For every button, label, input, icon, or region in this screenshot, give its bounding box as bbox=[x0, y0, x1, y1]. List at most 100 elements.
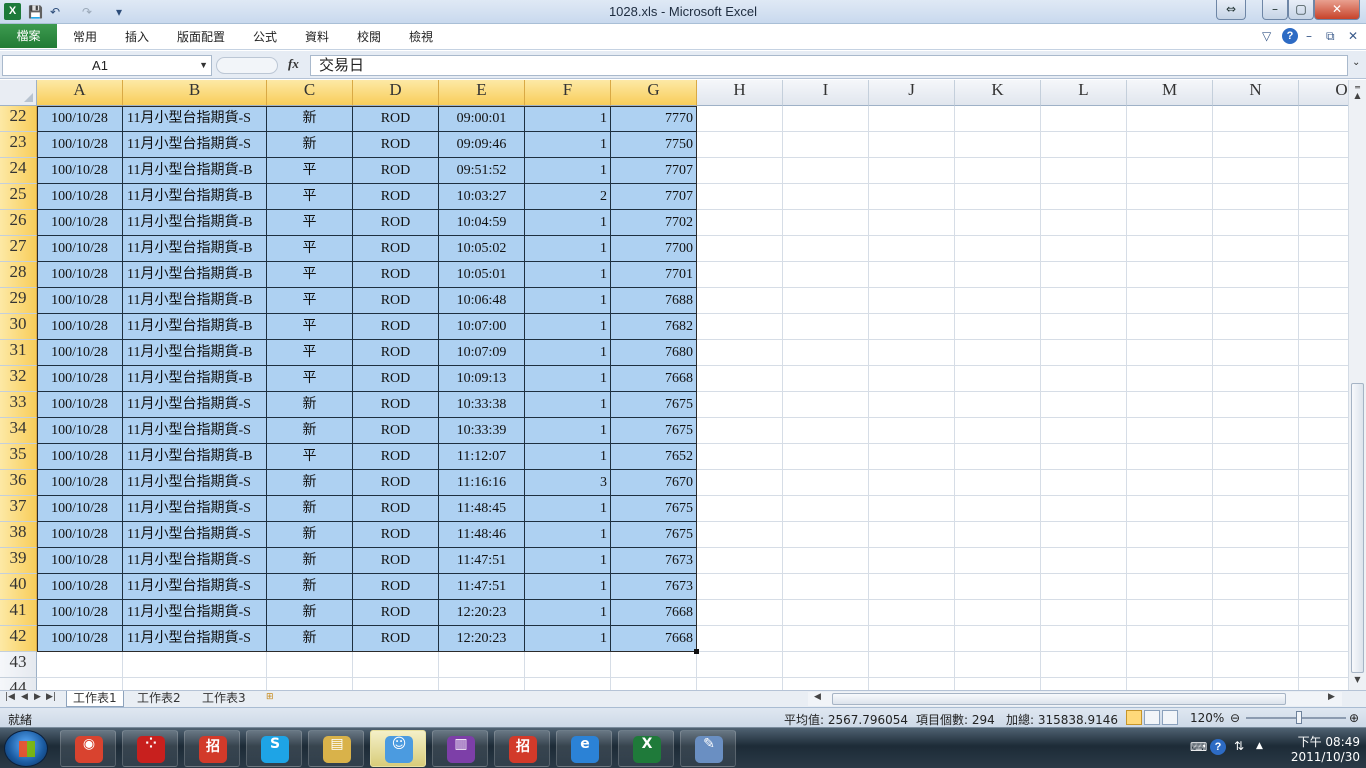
cell-k44[interactable] bbox=[955, 678, 1041, 690]
cell-c22[interactable]: 新 bbox=[267, 106, 353, 132]
cell-f30[interactable]: 1 bbox=[525, 314, 611, 340]
cell-h43[interactable] bbox=[697, 652, 783, 678]
cell-f34[interactable]: 1 bbox=[525, 418, 611, 444]
taskbar-button-excel[interactable]: X bbox=[618, 730, 674, 767]
vertical-scroll-thumb[interactable] bbox=[1351, 383, 1364, 673]
cell-l35[interactable] bbox=[1041, 444, 1127, 470]
cell-f25[interactable]: 2 bbox=[525, 184, 611, 210]
cell-d34[interactable]: ROD bbox=[353, 418, 439, 444]
cell-k30[interactable] bbox=[955, 314, 1041, 340]
cell-a44[interactable] bbox=[37, 678, 123, 690]
cell-j44[interactable] bbox=[869, 678, 955, 690]
cell-g38[interactable]: 7675 bbox=[611, 522, 697, 548]
cell-i33[interactable] bbox=[783, 392, 869, 418]
help-tray-icon[interactable]: ? bbox=[1210, 739, 1226, 755]
cell-c30[interactable]: 平 bbox=[267, 314, 353, 340]
cell-d36[interactable]: ROD bbox=[353, 470, 439, 496]
cell-n31[interactable] bbox=[1213, 340, 1299, 366]
row-header[interactable]: 37 bbox=[0, 496, 37, 522]
column-header-c[interactable]: C bbox=[267, 80, 353, 106]
cell-f31[interactable]: 1 bbox=[525, 340, 611, 366]
cell-n41[interactable] bbox=[1213, 600, 1299, 626]
cell-o25[interactable] bbox=[1299, 184, 1348, 210]
cell-o24[interactable] bbox=[1299, 158, 1348, 184]
row-header[interactable]: 26 bbox=[0, 210, 37, 236]
cell-d30[interactable]: ROD bbox=[353, 314, 439, 340]
cell-n22[interactable] bbox=[1213, 106, 1299, 132]
cell-k39[interactable] bbox=[955, 548, 1041, 574]
cell-e35[interactable]: 11:12:07 bbox=[439, 444, 525, 470]
cell-i42[interactable] bbox=[783, 626, 869, 652]
cell-i37[interactable] bbox=[783, 496, 869, 522]
cell-d28[interactable]: ROD bbox=[353, 262, 439, 288]
cell-b35[interactable]: 11月小型台指期貨-B bbox=[123, 444, 267, 470]
cell-b27[interactable]: 11月小型台指期貨-B bbox=[123, 236, 267, 262]
cell-i40[interactable] bbox=[783, 574, 869, 600]
row-header[interactable]: 24 bbox=[0, 158, 37, 184]
cell-c44[interactable] bbox=[267, 678, 353, 690]
tab-review[interactable]: 校閱 bbox=[357, 28, 381, 45]
cell-o26[interactable] bbox=[1299, 210, 1348, 236]
cell-e38[interactable]: 11:48:46 bbox=[439, 522, 525, 548]
cell-f44[interactable] bbox=[525, 678, 611, 690]
cell-k33[interactable] bbox=[955, 392, 1041, 418]
cell-g35[interactable]: 7652 bbox=[611, 444, 697, 470]
cell-g23[interactable]: 7750 bbox=[611, 132, 697, 158]
name-box[interactable]: A1 ▼ bbox=[2, 55, 212, 76]
row-header[interactable]: 38 bbox=[0, 522, 37, 548]
cell-g22[interactable]: 7770 bbox=[611, 106, 697, 132]
cell-l33[interactable] bbox=[1041, 392, 1127, 418]
horizontal-scroll-thumb[interactable] bbox=[832, 693, 1286, 705]
cell-h23[interactable] bbox=[697, 132, 783, 158]
column-header-a[interactable]: A bbox=[37, 80, 123, 106]
cell-h34[interactable] bbox=[697, 418, 783, 444]
cell-g25[interactable]: 7707 bbox=[611, 184, 697, 210]
cell-d23[interactable]: ROD bbox=[353, 132, 439, 158]
cell-k27[interactable] bbox=[955, 236, 1041, 262]
last-sheet-icon[interactable]: ▶| bbox=[46, 692, 56, 702]
cell-a41[interactable]: 100/10/28 bbox=[37, 600, 123, 626]
insert-function-icon[interactable]: fx bbox=[288, 56, 299, 72]
cell-j28[interactable] bbox=[869, 262, 955, 288]
cell-b43[interactable] bbox=[123, 652, 267, 678]
cell-d44[interactable] bbox=[353, 678, 439, 690]
cell-d37[interactable]: ROD bbox=[353, 496, 439, 522]
cell-e28[interactable]: 10:05:01 bbox=[439, 262, 525, 288]
taskbar-button-red-app-2[interactable]: 招 bbox=[494, 730, 550, 767]
cell-e29[interactable]: 10:06:48 bbox=[439, 288, 525, 314]
cell-h26[interactable] bbox=[697, 210, 783, 236]
cell-k42[interactable] bbox=[955, 626, 1041, 652]
row-header[interactable]: 33 bbox=[0, 392, 37, 418]
cell-i31[interactable] bbox=[783, 340, 869, 366]
cell-h40[interactable] bbox=[697, 574, 783, 600]
cell-l43[interactable] bbox=[1041, 652, 1127, 678]
cell-i25[interactable] bbox=[783, 184, 869, 210]
cell-n27[interactable] bbox=[1213, 236, 1299, 262]
cell-l44[interactable] bbox=[1041, 678, 1127, 690]
cell-j26[interactable] bbox=[869, 210, 955, 236]
tab-home[interactable]: 常用 bbox=[73, 28, 97, 45]
cell-d33[interactable]: ROD bbox=[353, 392, 439, 418]
zoom-out-icon[interactable]: ⊖ bbox=[1230, 711, 1240, 725]
page-layout-view-icon[interactable] bbox=[1144, 710, 1160, 725]
cell-n34[interactable] bbox=[1213, 418, 1299, 444]
cell-k31[interactable] bbox=[955, 340, 1041, 366]
cell-a34[interactable]: 100/10/28 bbox=[37, 418, 123, 444]
cell-e43[interactable] bbox=[439, 652, 525, 678]
cell-f37[interactable]: 1 bbox=[525, 496, 611, 522]
cell-g36[interactable]: 7670 bbox=[611, 470, 697, 496]
tab-file[interactable]: 檔案 bbox=[0, 24, 57, 48]
cell-h37[interactable] bbox=[697, 496, 783, 522]
maximize-button[interactable]: ▢ bbox=[1288, 0, 1314, 20]
zoom-level[interactable]: 120% bbox=[1190, 711, 1224, 725]
cell-b37[interactable]: 11月小型台指期貨-S bbox=[123, 496, 267, 522]
row-header[interactable]: 42 bbox=[0, 626, 37, 652]
scroll-left-icon[interactable]: ◀ bbox=[814, 692, 821, 702]
zoom-slider-thumb[interactable] bbox=[1296, 711, 1302, 724]
tab-view[interactable]: 檢視 bbox=[409, 28, 433, 45]
cell-f33[interactable]: 1 bbox=[525, 392, 611, 418]
cell-g26[interactable]: 7702 bbox=[611, 210, 697, 236]
cell-d41[interactable]: ROD bbox=[353, 600, 439, 626]
cell-e42[interactable]: 12:20:23 bbox=[439, 626, 525, 652]
row-header[interactable]: 31 bbox=[0, 340, 37, 366]
